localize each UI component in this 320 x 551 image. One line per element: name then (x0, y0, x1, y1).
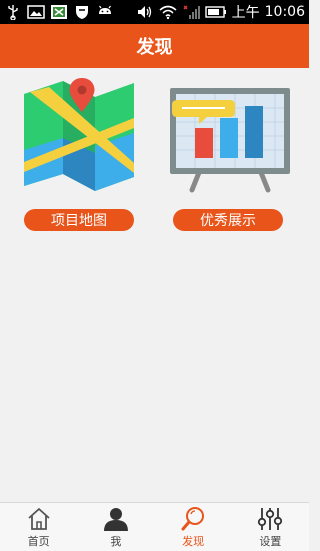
status-bar: 上午 10:06 (0, 0, 309, 24)
tab-me[interactable]: 我 (77, 503, 154, 551)
feature-showcase[interactable]: 优秀展示 (155, 78, 305, 238)
settings-icon (258, 508, 283, 530)
user-icon (103, 508, 128, 531)
status-icons-left (4, 4, 114, 20)
image-icon (27, 5, 45, 19)
status-time: 10:06 (264, 4, 305, 20)
tab-settings-label: 设置 (259, 535, 282, 548)
tab-discover-label: 发现 (182, 535, 205, 548)
page-title: 发现 (136, 37, 173, 58)
volume-icon (137, 6, 151, 18)
header: 发现 (0, 24, 309, 68)
status-icons-right: 上午 10:06 (136, 2, 305, 22)
home-icon (28, 508, 50, 530)
showcase-button[interactable]: 优秀展示 (173, 209, 283, 231)
tab-me-label: 我 (110, 535, 122, 548)
app-icon (51, 5, 67, 19)
signal-icon (183, 5, 200, 19)
bottom-tab-bar: 首页 我 发现 设置 (0, 502, 309, 551)
tab-home[interactable]: 首页 (0, 503, 77, 551)
feature-project-map[interactable]: 项目地图 (4, 78, 154, 238)
status-time-prefix: 上午 (231, 5, 260, 21)
tab-settings[interactable]: 设置 (232, 503, 309, 551)
map-icon[interactable] (4, 78, 154, 198)
wifi-icon (159, 5, 177, 20)
search-icon (181, 507, 205, 531)
tab-home-label: 首页 (27, 535, 50, 548)
shield-icon (76, 6, 88, 19)
battery-icon (204, 6, 226, 18)
usb-icon (8, 5, 18, 20)
android-icon (99, 5, 111, 14)
presentation-icon[interactable] (155, 78, 305, 198)
tab-discover[interactable]: 发现 (155, 503, 232, 551)
project-map-button[interactable]: 项目地图 (24, 209, 134, 231)
